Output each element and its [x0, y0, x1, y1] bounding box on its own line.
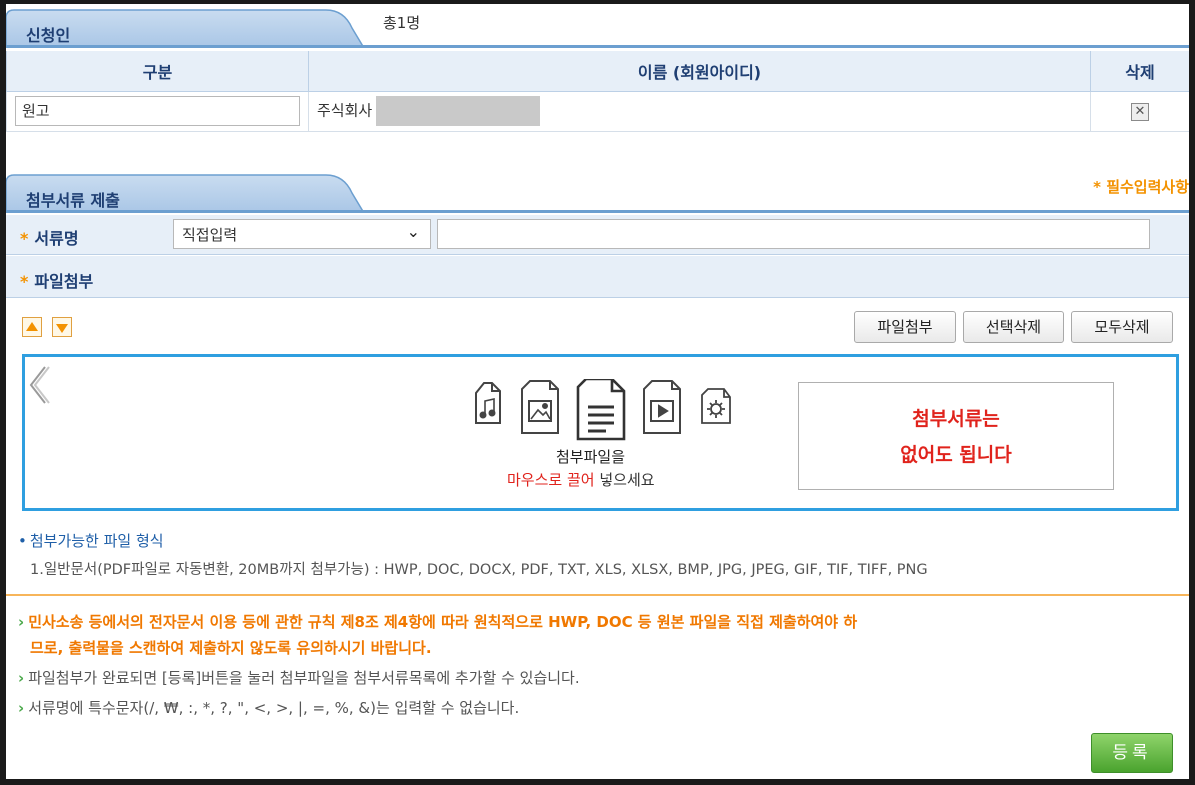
applicant-table: 구분 이름 (회원아이디) 삭제 원고 주식회사 ✕ [6, 51, 1189, 132]
applicant-name: 주식회사 [317, 101, 373, 120]
notice-divider [6, 594, 1189, 596]
file-attach-label: * 파일첨부 [20, 272, 94, 291]
settings-file-icon [701, 388, 731, 424]
applicant-delete-cell: ✕ [1090, 90, 1189, 132]
move-down-button[interactable] [52, 317, 72, 337]
tab-underline [6, 210, 1189, 213]
image-file-icon [521, 380, 559, 434]
move-up-button[interactable] [22, 317, 42, 337]
document-file-icon [576, 379, 626, 441]
bullet-arrow-icon: › [18, 669, 25, 687]
attach-tab[interactable]: 첨부서류 제출 [6, 169, 366, 213]
applicant-name-cell: 주식회사 [308, 90, 1091, 132]
column-header-delete: 삭제 [1090, 51, 1189, 92]
file-dropzone[interactable]: 첨부파일을 마우스로 끌어 넣으세요 첨부서류는 없어도 됩니다 [22, 354, 1179, 511]
drop-hint-line2: 마우스로 끌어 넣으세요 [472, 469, 762, 490]
attach-tab-label: 첨부서류 제출 [26, 191, 120, 210]
attach-tabbar: 첨부서류 제출 [6, 169, 1189, 213]
bullet-arrow-icon: › [18, 699, 25, 717]
applicant-tabbar: 신청인 총1명 [6, 4, 1189, 48]
doc-name-label: * 서류명 [20, 229, 79, 248]
chevron-down-icon: ⌄ [406, 222, 420, 241]
drop-hint-line1: 첨부파일을 [556, 448, 626, 466]
no-attachment-notice: 첨부서류는 없어도 됩니다 [798, 382, 1114, 490]
attach-file-button[interactable]: 파일첨부 [854, 311, 956, 343]
applicant-table-header: 구분 이름 (회원아이디) 삭제 [6, 51, 1189, 92]
bullet-arrow-icon: › [18, 613, 25, 631]
required-note: * 필수입력사항 [1093, 178, 1189, 196]
allowed-formats-title: • 첨부가능한 파일 형식 [18, 532, 164, 550]
doc-name-select[interactable]: 직접입력 ⌄ [173, 219, 431, 249]
applicant-type-cell: 원고 [6, 90, 309, 132]
notice-warning-line1: › 민사소송 등에서의 전자문서 이용 등에 관한 규칙 제8조 제4항에 따라 … [18, 613, 858, 631]
doc-name-input[interactable] [437, 219, 1150, 249]
audio-file-icon [475, 382, 501, 424]
no-attachment-line1: 첨부서류는 [912, 408, 1000, 430]
register-button[interactable]: 등록 [1091, 733, 1173, 773]
redacted-block [376, 96, 541, 126]
doc-name-row: * 서류명 직접입력 ⌄ [6, 215, 1189, 255]
allowed-formats-text: 1.일반문서(PDF파일로 자동변환, 20MB까지 첨부가능) : HWP, … [30, 562, 928, 578]
video-file-icon [643, 380, 681, 434]
drop-hint-highlight: 마우스로 끌어 [507, 471, 595, 489]
delete-all-button[interactable]: 모두삭제 [1071, 311, 1173, 343]
notice-info-1: › 파일첨부가 완료되면 [등록]버튼을 눌러 첨부파일을 첨부서류목록에 추가할… [18, 669, 580, 687]
chevron-left-icon[interactable] [25, 363, 51, 407]
applicant-type-field[interactable]: 원고 [15, 96, 300, 126]
delete-icon[interactable]: ✕ [1131, 103, 1149, 121]
notice-info-2: › 서류명에 특수문자(/, ₩, :, *, ?, ", <, >, |, =,… [18, 699, 520, 717]
no-attachment-line2: 없어도 됩니다 [900, 444, 1012, 466]
column-header-type: 구분 [6, 51, 309, 92]
drop-hint-rest: 넣으세요 [594, 471, 655, 489]
delete-selected-button[interactable]: 선택삭제 [963, 311, 1064, 343]
applicant-total: 총1명 [383, 14, 421, 32]
applicant-tab[interactable]: 신청인 [6, 4, 366, 48]
notice-warning-line2: 므로, 출력물을 스캔하여 제출하지 않도록 유의하시기 바랍니다. [30, 639, 432, 657]
tab-underline [6, 45, 1189, 48]
file-attach-row: * 파일첨부 [6, 256, 1189, 298]
file-type-icons [475, 379, 731, 441]
table-row: 원고 주식회사 ✕ [6, 90, 1189, 132]
applicant-tab-label: 신청인 [26, 26, 71, 45]
page-frame: 신청인 총1명 구분 이름 (회원아이디) 삭제 원고 주식회사 ✕ 첨부서류 … [6, 4, 1189, 779]
column-header-name: 이름 (회원아이디) [308, 51, 1091, 92]
